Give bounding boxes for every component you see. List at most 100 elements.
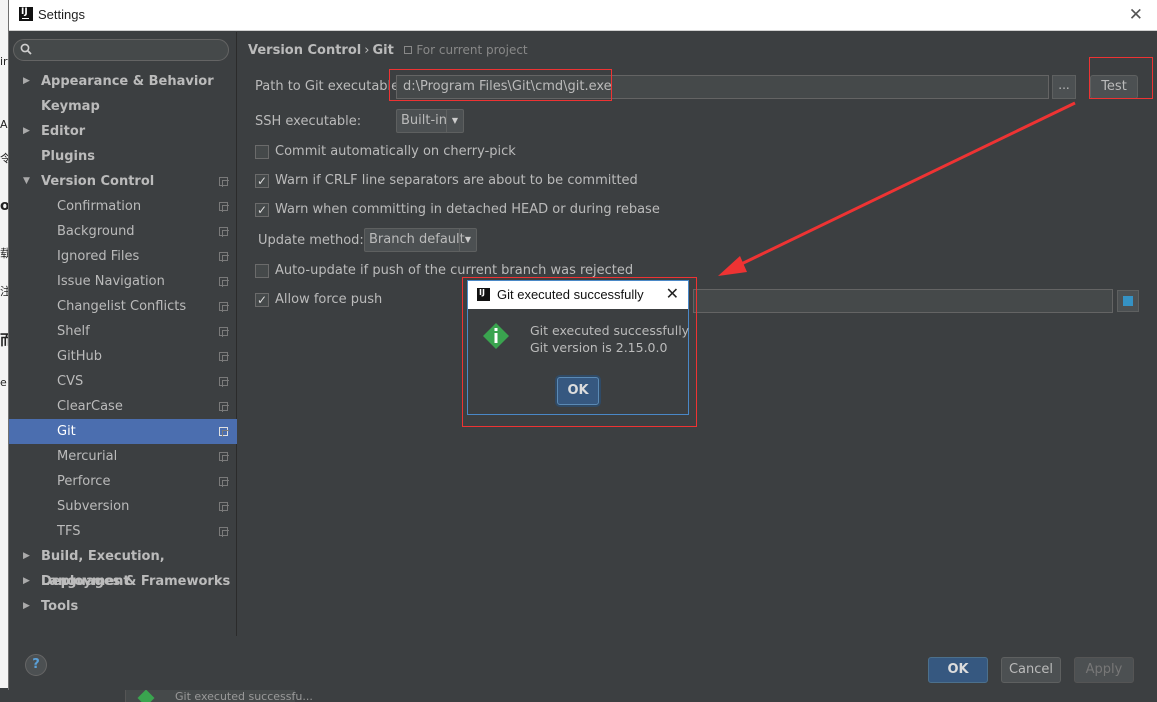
project-scope-icon bbox=[219, 327, 229, 337]
detached-head-checkbox[interactable] bbox=[255, 200, 269, 220]
sidebar-item-label: Tools bbox=[41, 599, 79, 614]
project-scope-icon bbox=[219, 427, 229, 437]
chevron-down-icon: ▼ bbox=[446, 110, 463, 132]
intellij-logo-icon: IJ bbox=[19, 7, 33, 21]
apply-button[interactable]: Apply bbox=[1074, 657, 1134, 683]
project-scope-icon bbox=[219, 277, 229, 287]
auto-update-checkbox[interactable] bbox=[255, 264, 269, 278]
sidebar-item-github[interactable]: GitHub bbox=[9, 344, 237, 369]
ok-button[interactable]: OK bbox=[928, 657, 988, 683]
sidebar-item-label: Issue Navigation bbox=[57, 274, 165, 289]
sidebar-item-label: Changelist Conflicts bbox=[57, 299, 187, 314]
sidebar-item-label: Subversion bbox=[57, 499, 130, 514]
dialog-message-line1: Git executed successfully bbox=[530, 323, 690, 338]
annotation-box-path bbox=[389, 69, 612, 101]
sidebar-item-tools[interactable]: ▶ Tools bbox=[9, 594, 237, 619]
sidebar-item-mercurial[interactable]: Mercurial bbox=[9, 444, 237, 469]
breadcrumb-scope: For current project bbox=[404, 43, 528, 57]
sidebar-item-keymap[interactable]: Keymap bbox=[9, 94, 237, 119]
sidebar-item-perforce[interactable]: Perforce bbox=[9, 469, 237, 494]
settings-content: Version Control › Git For current project … bbox=[238, 32, 1157, 636]
sidebar-item-cvs[interactable]: CVS bbox=[9, 369, 237, 394]
project-scope-icon bbox=[404, 46, 413, 54]
sidebar-item-subversion[interactable]: Subversion bbox=[9, 494, 237, 519]
sidebar-item-label: Ignored Files bbox=[57, 249, 140, 264]
sidebar-item-confirmation[interactable]: Confirmation bbox=[9, 194, 237, 219]
force-push-checkbox[interactable] bbox=[255, 290, 269, 310]
sidebar-item-version-control[interactable]: ▼ Version Control bbox=[9, 169, 237, 194]
sidebar-item-ignored-files[interactable]: Ignored Files bbox=[9, 244, 237, 269]
update-method-select[interactable]: Branch default ▼ bbox=[364, 228, 477, 252]
git-success-dialog: IJ Git executed successfully ✕ Git execu… bbox=[467, 280, 689, 415]
cherry-pick-checkbox[interactable] bbox=[255, 145, 269, 159]
sidebar-item-background[interactable]: Background bbox=[9, 219, 237, 244]
dialog-titlebar[interactable]: IJ Git executed successfully ✕ bbox=[468, 281, 688, 309]
search-icon bbox=[20, 43, 32, 55]
update-method-value: Branch default bbox=[369, 232, 465, 247]
sidebar-item-plugins[interactable]: Plugins bbox=[9, 144, 237, 169]
window-titlebar[interactable]: IJ Settings ✕ bbox=[9, 0, 1157, 31]
sidebar-item-issue-navigation[interactable]: Issue Navigation bbox=[9, 269, 237, 294]
ssh-executable-value: Built-in bbox=[401, 113, 448, 128]
sidebar-item-appearance-behavior[interactable]: ▶ Appearance & Behavior bbox=[9, 69, 237, 94]
project-scope-icon bbox=[219, 477, 229, 487]
sidebar-item-shelf[interactable]: Shelf bbox=[9, 319, 237, 344]
dialog-close-button[interactable]: ✕ bbox=[666, 284, 679, 303]
sidebar-item-label: Git bbox=[57, 424, 76, 439]
update-method-label: Update method: bbox=[258, 233, 364, 248]
ssh-executable-label: SSH executable: bbox=[255, 114, 362, 129]
sidebar-item-clearcase[interactable]: ClearCase bbox=[9, 394, 237, 419]
info-icon bbox=[483, 323, 509, 349]
sidebar-item-label: Plugins bbox=[41, 149, 95, 164]
expand-arrow-icon[interactable]: ▶ bbox=[23, 594, 30, 619]
settings-search-input[interactable] bbox=[13, 39, 229, 61]
ssh-executable-select[interactable]: Built-in ▼ bbox=[396, 109, 464, 133]
annotation-box-test bbox=[1089, 57, 1153, 99]
sidebar-item-tfs[interactable]: TFS bbox=[9, 519, 237, 544]
project-scope-icon bbox=[219, 352, 229, 362]
project-scope-icon bbox=[219, 227, 229, 237]
intellij-logo-icon: IJ bbox=[477, 288, 490, 301]
browse-button[interactable]: ... bbox=[1052, 75, 1076, 99]
project-scope-icon bbox=[219, 402, 229, 412]
project-scope-icon bbox=[219, 502, 229, 512]
help-button[interactable]: ? bbox=[25, 654, 47, 676]
project-scope-icon bbox=[219, 452, 229, 462]
background-window-edge bbox=[0, 0, 8, 702]
sidebar-item-label: Appearance & Behavior bbox=[41, 74, 214, 89]
dialog-title: Git executed successfully bbox=[497, 287, 644, 302]
sidebar-item-label: CVS bbox=[57, 374, 84, 389]
sidebar-item-changelist-conflicts[interactable]: Changelist Conflicts bbox=[9, 294, 237, 319]
sidebar-item-languages-frameworks[interactable]: ▶ Languages & Frameworks bbox=[9, 569, 237, 594]
expand-arrow-icon[interactable]: ▶ bbox=[23, 569, 30, 594]
sidebar-item-build-execution-deployment[interactable]: ▶ Build, Execution, Deployment bbox=[9, 544, 237, 589]
crlf-warning-checkbox[interactable] bbox=[255, 171, 269, 191]
sidebar-item-label: GitHub bbox=[57, 349, 103, 364]
sidebar-item-git[interactable]: Git bbox=[9, 419, 237, 444]
expand-arrow-icon[interactable]: ▶ bbox=[23, 69, 30, 94]
project-scope-icon bbox=[219, 202, 229, 212]
sidebar-item-label: Shelf bbox=[57, 324, 90, 339]
close-window-button[interactable]: ✕ bbox=[1129, 5, 1143, 25]
breadcrumb-current: Git bbox=[372, 43, 394, 58]
background-notification-text: Git executed successfu... bbox=[175, 690, 313, 702]
protected-branches-input[interactable] bbox=[693, 289, 1113, 313]
add-branch-icon[interactable] bbox=[1117, 290, 1139, 312]
sidebar-item-label: Background bbox=[57, 224, 135, 239]
project-scope-icon bbox=[219, 252, 229, 262]
background-text-fragment: e bbox=[0, 376, 7, 389]
dialog-ok-button[interactable]: OK bbox=[557, 377, 599, 405]
sidebar-item-label: Languages & Frameworks bbox=[41, 574, 231, 589]
settings-sidebar: ▶ Appearance & Behavior Keymap ▶ Editor … bbox=[9, 32, 237, 636]
sidebar-item-label: Confirmation bbox=[57, 199, 142, 214]
crlf-warning-label: Warn if CRLF line separators are about t… bbox=[275, 173, 638, 188]
expand-arrow-icon[interactable]: ▶ bbox=[23, 119, 30, 144]
collapse-arrow-icon[interactable]: ▼ bbox=[23, 169, 30, 194]
sidebar-item-editor[interactable]: ▶ Editor bbox=[9, 119, 237, 144]
sidebar-item-label: Keymap bbox=[41, 99, 100, 114]
expand-arrow-icon[interactable]: ▶ bbox=[23, 544, 30, 569]
cancel-button[interactable]: Cancel bbox=[1001, 657, 1061, 683]
breadcrumb-parent: Version Control bbox=[248, 43, 362, 58]
sidebar-item-label: Perforce bbox=[57, 474, 111, 489]
project-scope-icon bbox=[219, 302, 229, 312]
